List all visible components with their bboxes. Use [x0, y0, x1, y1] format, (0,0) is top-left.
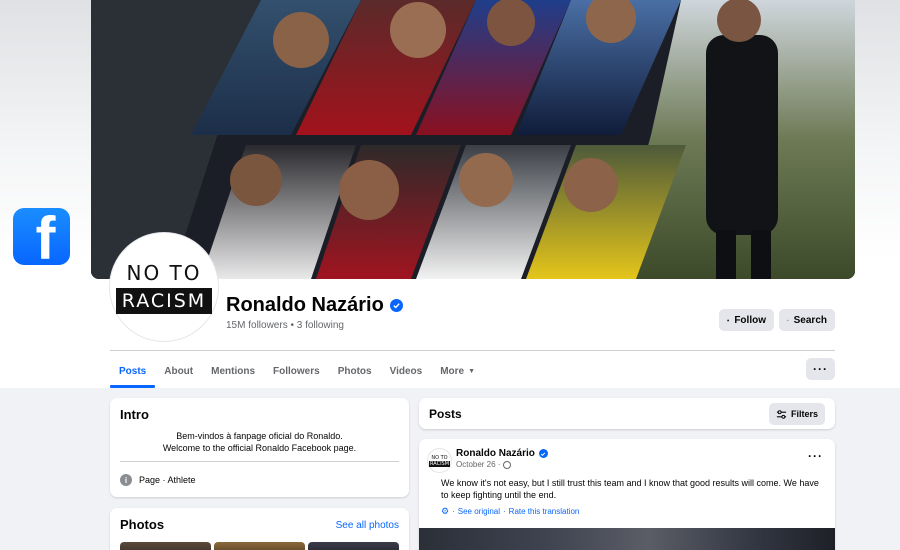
post-options-icon[interactable]: ··· [808, 449, 823, 463]
profile-avatar[interactable]: NO TO RACISM [110, 233, 218, 341]
photo-thumbnails [120, 542, 399, 550]
translate-gear-icon: ⚙ [441, 506, 450, 516]
photo-thumbnail[interactable] [120, 542, 211, 550]
cover-collage [91, 0, 855, 279]
search-button[interactable]: Search [779, 309, 835, 331]
post-avatar-line2: RACISM [428, 460, 451, 467]
photo-thumbnail[interactable] [214, 542, 305, 550]
page-title: Ronaldo Nazário [226, 294, 403, 317]
page-category: i Page · Athlete [120, 474, 196, 486]
posts-title: Posts [429, 407, 462, 421]
search-icon [787, 319, 789, 321]
translation-separator: · [503, 507, 506, 516]
tab-posts[interactable]: Posts [110, 357, 156, 388]
see-original-link[interactable]: See original [458, 507, 500, 516]
filters-sliders-icon [776, 409, 787, 419]
profile-tabs: Posts About Mentions Followers Photos Vi… [110, 357, 484, 388]
header-divider [110, 350, 835, 351]
intro-divider [120, 461, 399, 462]
tab-photos[interactable]: Photos [329, 357, 381, 385]
tab-videos[interactable]: Videos [381, 357, 432, 385]
follow-label: Follow [734, 314, 766, 326]
rate-translation-link[interactable]: Rate this translation [509, 507, 580, 516]
info-icon: i [120, 474, 132, 486]
more-options-button[interactable]: ··· [806, 358, 835, 380]
cover-photo[interactable] [91, 0, 855, 279]
verified-badge-icon [389, 299, 403, 312]
post-media[interactable] [419, 528, 835, 550]
facebook-logo-icon[interactable]: f [13, 208, 70, 265]
post-author[interactable]: Ronaldo Nazário [456, 448, 548, 459]
bio-line-english: Welcome to the official Ronaldo Facebook… [162, 443, 357, 453]
search-label: Search [793, 314, 827, 326]
follow-button[interactable]: Follow [719, 309, 774, 331]
post-author-name: Ronaldo Nazário [456, 448, 535, 459]
intro-card: Intro Bem-vindos à fanpage oficial do Ro… [110, 398, 409, 497]
tab-followers[interactable]: Followers [264, 357, 329, 385]
posts-header-card: Posts Filters [419, 398, 835, 429]
tab-more-label: More [440, 365, 465, 377]
translation-bar: ⚙ · See original · Rate this translation [441, 506, 579, 517]
tab-about[interactable]: About [155, 357, 202, 385]
globe-icon [503, 460, 512, 469]
translation-separator: · [452, 507, 455, 516]
intro-bio: Bem-vindos à fanpage oficial do Ronaldo.… [120, 430, 399, 454]
post-text: We know it's not easy, but I still trust… [441, 478, 819, 500]
page-name-text: Ronaldo Nazário [226, 294, 384, 316]
avatar-text-line1: NO TO [126, 260, 202, 285]
filters-label: Filters [790, 409, 818, 419]
post-timestamp[interactable]: October 26 · [456, 460, 512, 469]
post-author-avatar[interactable]: NO TO RACISM [427, 448, 452, 473]
verified-badge-icon [538, 449, 548, 458]
tab-mentions[interactable]: Mentions [202, 357, 264, 385]
post-card: NO TO RACISM Ronaldo Nazário October 26 … [419, 439, 835, 550]
photos-card: Photos See all photos [110, 508, 409, 550]
tab-more[interactable]: More ▼ [431, 357, 484, 385]
page-category-text: Page · Athlete [139, 475, 196, 485]
intro-title: Intro [120, 407, 149, 422]
post-date-text: October 26 · [456, 460, 501, 469]
bio-line-portuguese: Bem-vindos à fanpage oficial do Ronaldo. [176, 431, 343, 441]
see-all-photos-link[interactable]: See all photos [336, 520, 399, 531]
avatar-text-line2: RACISM [115, 287, 213, 314]
photo-thumbnail[interactable] [308, 542, 399, 550]
follow-icon [727, 319, 730, 321]
caret-down-icon: ▼ [468, 367, 476, 375]
follower-stats[interactable]: 15M followers • 3 following [226, 320, 344, 331]
filters-button[interactable]: Filters [768, 403, 825, 425]
photos-title: Photos [120, 517, 165, 532]
